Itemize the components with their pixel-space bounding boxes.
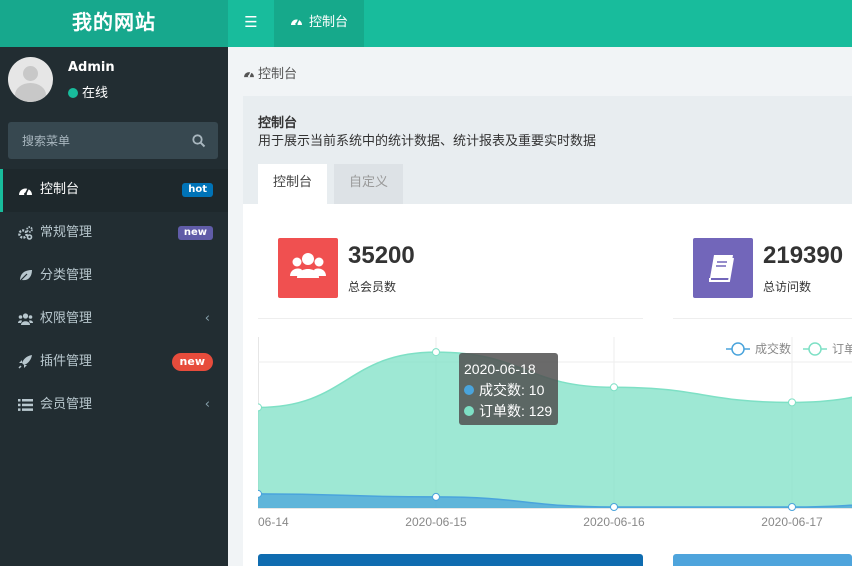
menu-search xyxy=(8,122,218,159)
series-dot-icon xyxy=(464,385,474,395)
tooltip-row: 成交数: 10 xyxy=(464,380,553,401)
legend-label: 订单 xyxy=(832,342,852,356)
sidebar-item-members[interactable]: 会员管理 ‹ xyxy=(0,384,228,427)
data-point xyxy=(432,348,440,357)
users-icon xyxy=(290,253,326,278)
divider xyxy=(673,318,852,319)
users-icon-box xyxy=(278,238,338,298)
data-point xyxy=(788,398,796,407)
tooltip-row: 订单数: 129 xyxy=(464,401,553,422)
list-icon xyxy=(18,399,33,411)
data-point xyxy=(610,502,618,511)
book-icon-box xyxy=(693,238,753,298)
data-point xyxy=(432,492,440,501)
divider xyxy=(258,318,643,319)
user-status: 在线 xyxy=(68,82,108,101)
dashboard-icon xyxy=(19,187,32,196)
panel-title: 控制台 xyxy=(258,116,298,131)
stat-visits-label: 总访问数 xyxy=(763,280,812,294)
book-icon xyxy=(709,255,734,282)
rocket-icon xyxy=(18,355,32,369)
sidebar-item-label: 常规管理 xyxy=(40,225,93,240)
chevron-left-icon: ‹ xyxy=(204,397,210,412)
hamburger-icon: ☰ xyxy=(244,13,258,31)
tab-dashboard[interactable]: 控制台 xyxy=(274,0,364,47)
stat-visits: 219390 总访问数 xyxy=(693,238,852,298)
x-tick-label: 2020-06-16 xyxy=(583,515,645,529)
sidebar-item-label: 会员管理 xyxy=(40,397,93,412)
breadcrumb-label[interactable]: 控制台 xyxy=(258,67,297,82)
legend-marker xyxy=(808,342,822,356)
stat-visits-value: 219390 xyxy=(763,242,844,269)
sidebar-toggle-button[interactable]: ☰ xyxy=(228,0,274,47)
dashboard-icon xyxy=(290,0,303,45)
sidebar-item-dashboard[interactable]: 控制台 hot xyxy=(0,169,228,212)
sidebar-item-label: 分类管理 xyxy=(40,268,93,283)
sidebar-item-label: 控制台 xyxy=(40,182,80,197)
tooltip-title: 2020-06-18 xyxy=(464,361,536,377)
tab-dashboard-panel[interactable]: 控制台 xyxy=(258,164,328,204)
sidebar-item-plugins[interactable]: 插件管理 new xyxy=(0,341,228,384)
avatar[interactable] xyxy=(8,57,53,102)
cogs-icon xyxy=(18,226,33,240)
sidebar-menu: 控制台 hot 常规管理 new 分类管理 权限管理 ‹ 插件管理 new 会员… xyxy=(0,169,228,427)
sidebar: Admin 在线 控制台 hot 常规管理 new 分类管理 权限管理 ‹ 插件… xyxy=(0,47,228,566)
data-point xyxy=(258,489,262,498)
x-tick-label: 06-14 xyxy=(258,515,289,529)
x-tick-label: 2020-06-17 xyxy=(761,515,823,529)
breadcrumb: 控制台 xyxy=(243,63,297,82)
x-tick-label: 2020-06-15 xyxy=(405,515,467,529)
group-icon xyxy=(18,313,33,325)
series-dot-icon xyxy=(464,406,474,416)
sidebar-item-permission[interactable]: 权限管理 ‹ xyxy=(0,298,228,341)
leaf-icon xyxy=(18,270,32,283)
site-logo[interactable]: 我的网站 xyxy=(0,0,228,47)
stat-members: 35200 总会员数 xyxy=(278,238,578,298)
stat-members-value: 35200 xyxy=(348,242,415,269)
data-point xyxy=(788,502,796,511)
sidebar-item-label: 权限管理 xyxy=(40,311,93,326)
new-badge: new xyxy=(177,226,213,240)
tab-dashboard-label: 控制台 xyxy=(309,15,349,30)
sidebar-item-label: 插件管理 xyxy=(40,354,93,369)
data-point xyxy=(610,383,618,392)
dashboard-icon xyxy=(243,67,255,81)
search-input[interactable] xyxy=(8,122,183,159)
panel-description: 用于展示当前系统中的统计数据、统计报表及重要实时数据 xyxy=(258,134,597,149)
hot-badge: hot xyxy=(182,183,213,197)
legend-marker xyxy=(731,342,745,356)
stat-members-label: 总会员数 xyxy=(348,280,397,294)
chevron-left-icon: ‹ xyxy=(204,311,210,326)
new-badge: new xyxy=(171,353,213,371)
panel-heading: 控制台 用于展示当前系统中的统计数据、统计报表及重要实时数据 控制台 自定义 xyxy=(243,96,852,204)
user-panel: Admin 在线 xyxy=(0,47,228,119)
sidebar-item-general[interactable]: 常规管理 new xyxy=(0,212,228,255)
stat-card-bottom xyxy=(673,554,852,566)
user-name: Admin xyxy=(68,60,115,75)
chart-tooltip: 2020-06-18 成交数: 10 订单数: 129 xyxy=(459,353,558,425)
top-navbar: ☰ 控制台 xyxy=(228,0,852,47)
search-icon[interactable] xyxy=(192,134,206,148)
sidebar-item-category[interactable]: 分类管理 xyxy=(0,255,228,298)
tab-custom[interactable]: 自定义 xyxy=(334,164,404,204)
user-status-label: 在线 xyxy=(82,86,109,101)
stat-card-bottom xyxy=(258,554,643,566)
data-point xyxy=(258,403,262,412)
legend-label: 成交数 xyxy=(755,341,791,356)
online-dot-icon xyxy=(68,88,78,98)
